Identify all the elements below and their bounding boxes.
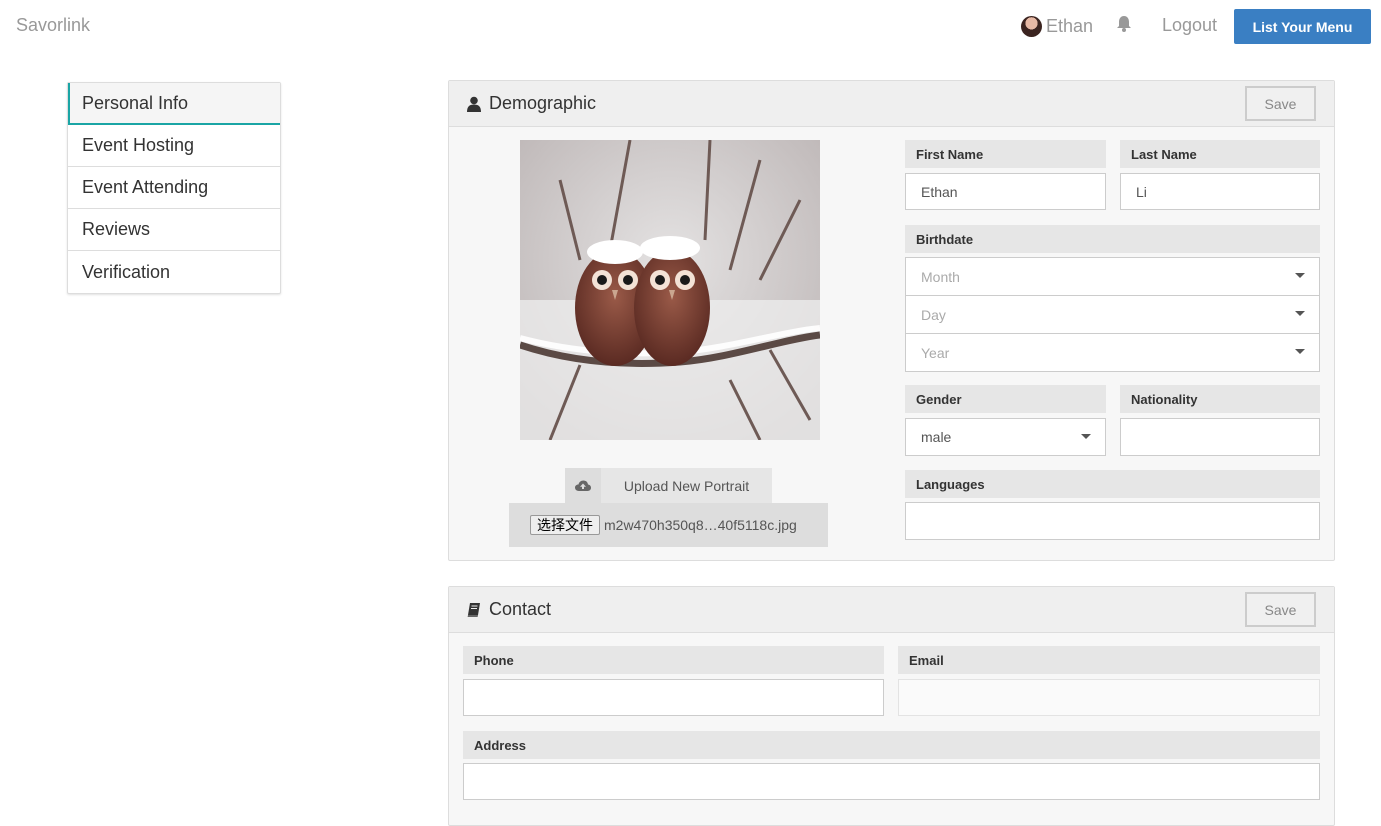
day-select-value: Day xyxy=(921,306,946,323)
last-name-field[interactable]: Li xyxy=(1120,173,1320,210)
year-select-value: Year xyxy=(921,344,950,361)
chevron-down-icon xyxy=(1295,273,1305,278)
book-icon xyxy=(467,602,481,618)
brand-logo[interactable]: Savorlink xyxy=(16,15,90,36)
first-name-label: First Name xyxy=(905,140,1106,168)
contact-title: Contact xyxy=(489,599,552,619)
day-select[interactable]: Day xyxy=(905,295,1320,334)
side-item-event-hosting[interactable]: Event Hosting xyxy=(68,125,280,167)
user-menu[interactable]: Ethan xyxy=(1021,15,1093,37)
year-select[interactable]: Year xyxy=(905,333,1320,372)
portrait-image xyxy=(520,140,820,440)
demographic-panel: Demographic Save Upload New Portrait 选择文… xyxy=(448,80,1335,561)
address-label: Address xyxy=(463,731,1320,759)
chevron-down-icon xyxy=(1295,349,1305,354)
gender-select[interactable]: male xyxy=(905,418,1106,456)
phone-field[interactable] xyxy=(463,679,884,716)
choose-file-button[interactable]: 选择文件 xyxy=(530,515,600,535)
list-your-menu-button[interactable]: List Your Menu xyxy=(1234,9,1371,44)
gender-label: Gender xyxy=(905,385,1106,413)
logout-link[interactable]: Logout xyxy=(1162,15,1217,36)
upload-portrait-button[interactable]: Upload New Portrait xyxy=(565,468,772,504)
languages-label: Languages xyxy=(905,470,1320,498)
avatar xyxy=(1021,15,1042,37)
side-item-personal-info[interactable]: Personal Info xyxy=(68,83,280,125)
phone-label: Phone xyxy=(463,646,884,674)
file-name: m2w470h350q8…40f5118c.jpg xyxy=(604,517,797,533)
birthdate-label: Birthdate xyxy=(905,225,1320,253)
user-icon xyxy=(467,96,481,112)
side-menu: Personal Info Event Hosting Event Attend… xyxy=(67,82,281,294)
demographic-save-button[interactable]: Save xyxy=(1245,86,1316,121)
file-input-box: 选择文件 m2w470h350q8…40f5118c.jpg xyxy=(509,503,828,547)
cloud-upload-icon xyxy=(565,468,601,504)
side-item-reviews[interactable]: Reviews xyxy=(68,209,280,251)
side-item-event-attending[interactable]: Event Attending xyxy=(68,167,280,209)
month-select-value: Month xyxy=(921,268,960,285)
demographic-title: Demographic xyxy=(489,93,597,113)
demographic-header: Demographic Save xyxy=(449,81,1334,127)
contact-save-button[interactable]: Save xyxy=(1245,592,1316,627)
chevron-down-icon xyxy=(1081,434,1091,439)
nationality-label: Nationality xyxy=(1120,385,1320,413)
email-field[interactable] xyxy=(898,679,1320,716)
side-item-verification[interactable]: Verification xyxy=(68,251,280,293)
languages-field[interactable] xyxy=(905,502,1320,540)
user-name: Ethan xyxy=(1046,15,1094,36)
nationality-field[interactable] xyxy=(1120,418,1320,456)
upload-label: Upload New Portrait xyxy=(623,478,750,494)
bell-icon[interactable] xyxy=(1114,14,1134,34)
contact-panel: Contact Save Phone Email Address xyxy=(448,586,1335,826)
first-name-field[interactable]: Ethan xyxy=(905,173,1106,210)
email-label: Email xyxy=(898,646,1320,674)
contact-header: Contact Save xyxy=(449,587,1334,633)
last-name-label: Last Name xyxy=(1120,140,1320,168)
address-field[interactable] xyxy=(463,763,1320,800)
month-select[interactable]: Month xyxy=(905,257,1320,296)
chevron-down-icon xyxy=(1295,311,1305,316)
gender-select-value: male xyxy=(921,429,952,445)
